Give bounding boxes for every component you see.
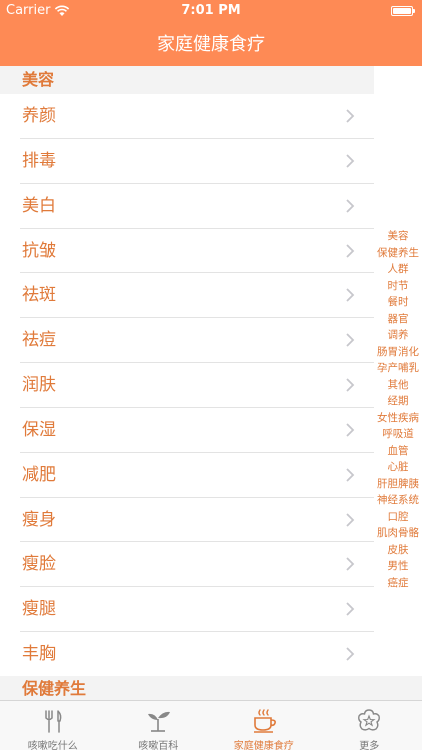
chevron-right-icon xyxy=(346,647,355,661)
section-index-item[interactable]: 时节 xyxy=(388,278,409,295)
section-header-beauty: 美容 xyxy=(0,66,374,94)
list-item[interactable]: 润肤 xyxy=(20,363,374,408)
list-item[interactable]: 瘦腿 xyxy=(20,587,374,633)
chevron-right-icon xyxy=(346,557,355,572)
list-item-label: 丰胸 xyxy=(22,644,56,665)
list-item[interactable]: 保湿 xyxy=(20,408,374,453)
list-item-label: 减肥 xyxy=(22,464,56,485)
list-item[interactable]: 美白 xyxy=(20,184,374,229)
chevron-right-icon xyxy=(346,154,355,168)
tea-cup-icon xyxy=(253,709,276,733)
fork-knife-icon xyxy=(45,710,62,733)
tab-more[interactable]: 更多 xyxy=(317,701,422,750)
chevron-right-icon xyxy=(346,243,355,258)
section-index-item[interactable]: 人群 xyxy=(388,261,409,278)
chevron-right-icon xyxy=(346,109,355,123)
tab-label: 家庭健康食疗 xyxy=(233,741,294,750)
list-item-label: 美白 xyxy=(22,195,56,216)
list-item-label: 养颜 xyxy=(22,106,56,126)
list-item[interactable]: 排毒 xyxy=(20,139,374,184)
list-item[interactable]: 祛斑 xyxy=(20,273,374,319)
section-index-item[interactable]: 呼吸道 xyxy=(382,426,414,443)
sprout-icon xyxy=(148,711,171,732)
category-list[interactable]: 美容 养颜排毒美白抗皱祛斑祛痘润肤保湿减肥瘦身瘦脸瘦腿丰胸 xyxy=(0,66,374,700)
section-index-item[interactable]: 调养 xyxy=(388,327,409,344)
section-index-item[interactable]: 女性疾病 xyxy=(377,410,419,427)
list-item-label: 瘦脸 xyxy=(22,554,56,575)
flower-star-icon xyxy=(358,709,381,731)
list-item[interactable]: 减肥 xyxy=(20,453,374,498)
section-index-item[interactable]: 心脏 xyxy=(388,459,409,476)
section-index-item[interactable]: 神经系统 xyxy=(377,492,419,509)
status-bar: Carrier 7:01 PM xyxy=(0,0,422,22)
section-index-item[interactable]: 器官 xyxy=(388,311,409,328)
chevron-right-icon xyxy=(346,512,355,527)
list-item-label: 保湿 xyxy=(22,419,56,440)
section-index-item[interactable]: 肌肉骨骼 xyxy=(377,525,419,542)
section-index-item[interactable]: 其他 xyxy=(388,377,409,394)
tab-cough-wiki[interactable]: 咳嗽百科 xyxy=(106,701,212,750)
chevron-right-icon xyxy=(346,378,355,392)
list-item-label: 润肤 xyxy=(22,375,56,396)
list-item[interactable]: 养颜 xyxy=(20,94,374,139)
list-item-label: 瘦腿 xyxy=(22,599,56,620)
chevron-right-icon xyxy=(346,468,355,482)
page-title: 家庭健康食疗 xyxy=(157,34,265,55)
section-index-item[interactable]: 皮肤 xyxy=(388,542,409,559)
chevron-right-icon xyxy=(346,288,355,303)
section-index-item[interactable]: 保健养生 xyxy=(377,245,419,262)
section-index-item[interactable]: 癌症 xyxy=(388,575,409,592)
section-index-item[interactable]: 经期 xyxy=(388,393,409,410)
list-item[interactable]: 丰胸 xyxy=(20,632,374,677)
tab-label: 咳嗽百科 xyxy=(138,741,179,750)
list-item-label: 瘦身 xyxy=(22,509,56,530)
list-item-label: 祛痘 xyxy=(22,330,56,351)
list-item-label: 祛斑 xyxy=(22,285,56,306)
tab-home-diet[interactable]: 家庭健康食疗 xyxy=(211,701,317,750)
section-index-item[interactable]: 孕产哺乳 xyxy=(377,360,419,377)
chevron-right-icon xyxy=(346,423,355,437)
section-index-item[interactable]: 血管 xyxy=(388,443,409,460)
tab-label: 更多 xyxy=(359,741,380,750)
list-item-label: 排毒 xyxy=(22,150,56,171)
chevron-right-icon xyxy=(346,199,355,213)
chevron-right-icon xyxy=(346,602,355,616)
list-item[interactable]: 祛痘 xyxy=(20,318,374,364)
section-index[interactable]: 美容 保健养生 人群 时节 餐时 器官 调养 肠胃消化 孕产哺乳 其他 经期 女性疾病 呼吸道 血管 心脏肝… xyxy=(374,228,422,591)
section-header-health: 保健养生 xyxy=(0,676,422,702)
chevron-right-icon xyxy=(346,333,355,347)
clock: 7:01 PM xyxy=(181,3,241,18)
section-index-item[interactable]: 美容 xyxy=(388,228,409,245)
nav-bar: Carrier 7:01 PM 家庭健康食疗 xyxy=(0,0,422,66)
list-item[interactable]: 抗皱 xyxy=(20,229,374,274)
list-item-label: 抗皱 xyxy=(22,240,56,261)
battery-icon xyxy=(391,6,415,16)
tab-bar: 咳嗽吃什么 咳嗽百科 家庭健康食疗 更多 xyxy=(0,700,422,750)
section-index-item[interactable]: 口腔 xyxy=(388,509,409,526)
section-index-item[interactable]: 肝胆脾胰 xyxy=(377,476,419,493)
list-item[interactable]: 瘦脸 xyxy=(20,542,374,588)
section-index-item[interactable]: 餐时 xyxy=(388,294,409,311)
section-index-item[interactable]: 肠胃消化 xyxy=(377,344,419,361)
tab-label: 咳嗽吃什么 xyxy=(27,741,78,750)
section-index-item[interactable]: 男性 xyxy=(388,558,409,575)
tab-cough-food[interactable]: 咳嗽吃什么 xyxy=(0,701,106,750)
list-item[interactable]: 瘦身 xyxy=(20,498,374,543)
